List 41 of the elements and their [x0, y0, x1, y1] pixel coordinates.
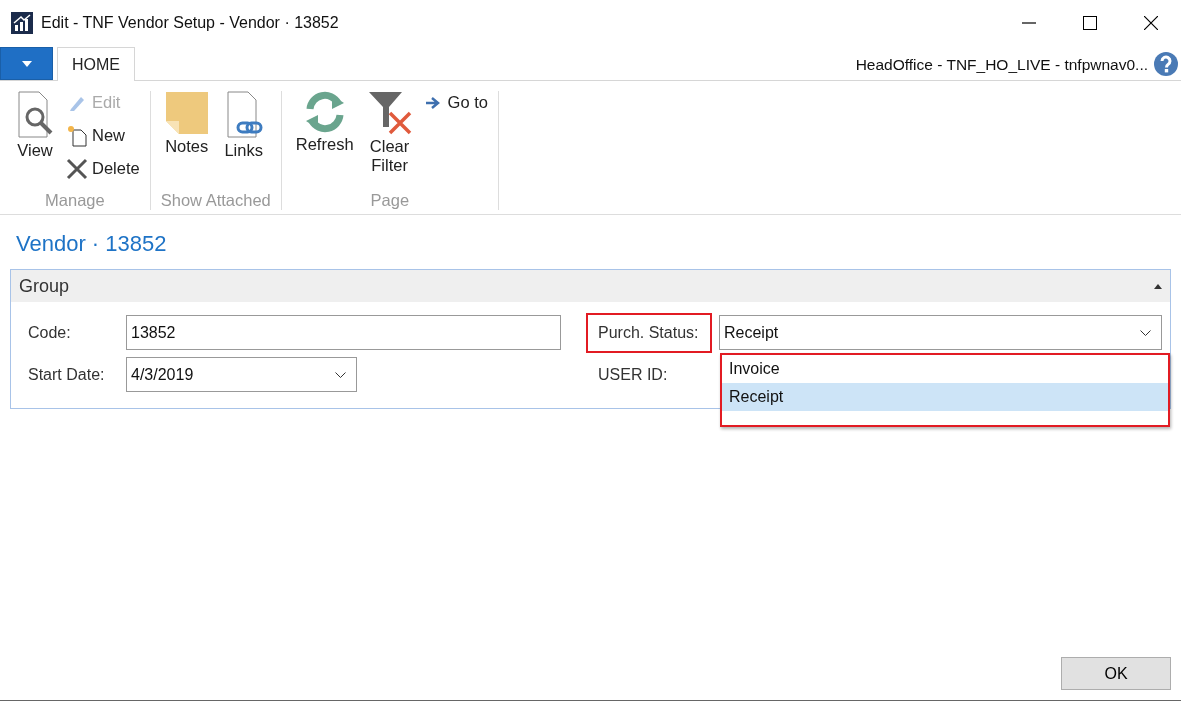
dropdown-option[interactable]: Invoice	[722, 355, 1168, 383]
field-label: USER ID:	[597, 364, 669, 385]
delete-icon	[66, 157, 88, 180]
app-logo-icon	[11, 11, 33, 34]
chevron-down-icon	[335, 371, 346, 378]
help-icon	[1154, 51, 1178, 76]
ribbon-button[interactable]: Go to	[421, 89, 488, 116]
chevron-down-icon	[1140, 329, 1151, 336]
note-icon	[164, 91, 209, 135]
group-label: Manage	[44, 191, 106, 210]
group-header[interactable]: Group	[11, 270, 1170, 302]
close-icon	[1143, 15, 1158, 30]
connection-info: HeadOffice - TNF_HO_LIVE - tnfpwnav0...	[855, 56, 1148, 74]
field-label: Code:	[27, 322, 72, 343]
clear-filter-icon	[367, 91, 412, 135]
arrow-right-icon	[424, 95, 441, 110]
group-title: Group	[19, 275, 70, 297]
ribbon-button[interactable]: View	[10, 91, 60, 160]
group-label: Page	[369, 191, 411, 210]
ribbon-tab[interactable]: HOME	[57, 47, 135, 81]
ribbon-button[interactable]: Delete	[66, 155, 140, 182]
ribbon-button[interactable]: Refresh	[291, 91, 358, 154]
window-title: Edit - TNF Vendor Setup - Vendor · 13852	[41, 13, 339, 32]
ribbon-button[interactable]: Clear Filter	[363, 91, 416, 175]
maximize-icon	[1082, 15, 1097, 30]
group-label: Show Attached	[160, 191, 271, 210]
ribbon-button[interactable]: Links	[218, 91, 269, 160]
caret-icon	[21, 60, 32, 67]
view-icon	[15, 91, 55, 139]
page-title: Vendor · 13852	[16, 231, 168, 257]
field-label: Start Date:	[27, 364, 106, 385]
app-menu-button[interactable]	[0, 47, 53, 80]
date-field[interactable]: 4/3/2019	[126, 357, 357, 392]
ribbon-button[interactable]: Notes	[160, 91, 213, 156]
ribbon-button[interactable]: New	[66, 122, 140, 149]
field-label: Purch. Status:	[586, 312, 712, 353]
ok-button[interactable]: OK	[1061, 657, 1171, 690]
minimize-icon	[1021, 21, 1036, 24]
dropdown-option[interactable]: Receipt	[722, 383, 1168, 411]
new-document-icon	[66, 124, 88, 147]
text-field[interactable]: 13852	[126, 315, 561, 350]
